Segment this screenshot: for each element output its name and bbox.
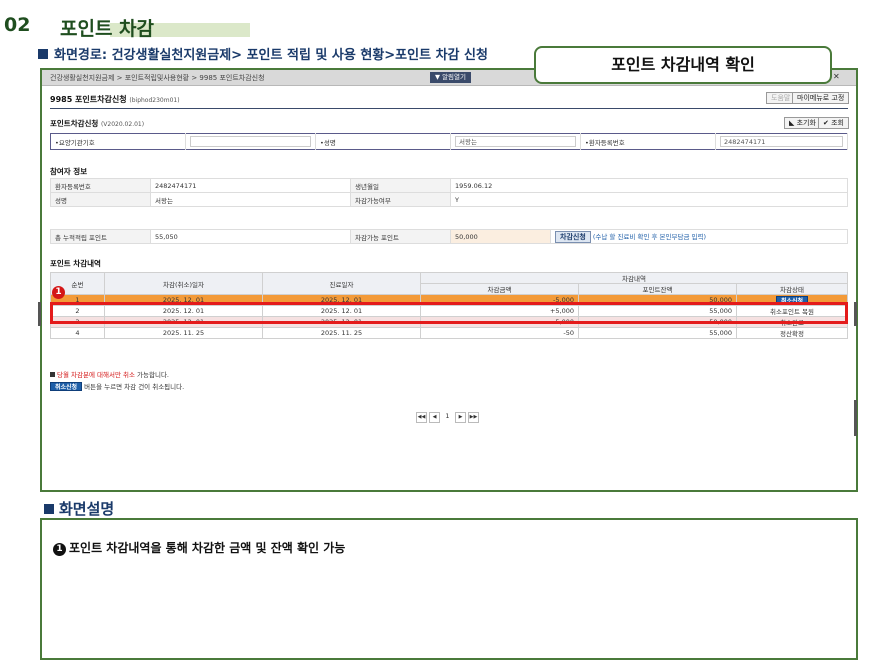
cancel-note-text: 가능합니다. [134, 371, 170, 379]
last-page-icon[interactable]: ▶▶ [468, 412, 479, 423]
participant-label: 생년월일 [350, 178, 451, 193]
bullet-square-icon [38, 49, 48, 59]
participant-value: Y [450, 192, 848, 207]
participant-label: 차감가능여부 [350, 192, 451, 207]
deduct-note: (수납 할 진료비 확인 후 본인부담금 입력) [592, 232, 706, 241]
search-section-title: 포인트차감신청 (V2020.02.01) [50, 118, 144, 129]
prev-page-icon[interactable]: ◀ [429, 412, 440, 423]
cancel-note-highlight: 당월 차감분에 대해서만 취소 [57, 371, 135, 379]
current-page[interactable]: 1 [442, 411, 453, 422]
total-points-label: 총 누적적립 포인트 [50, 229, 151, 244]
scroll-handle-right[interactable] [854, 302, 857, 326]
institution-input[interactable] [190, 136, 311, 147]
notice-open-button[interactable]: ▼ 알림열기 [430, 72, 471, 83]
header-status: 차감상태 [736, 283, 848, 295]
description-item-number: 1 [53, 543, 66, 556]
marker-badge: 1 [52, 286, 65, 299]
cell-amount: -50 [420, 327, 579, 339]
query-button[interactable]: ✔ 조회 [818, 117, 849, 129]
screen-frame: 건강생활실천지원금제 > 포인트적립및사용현황 > 9985 포인트차감신청 ▼… [40, 68, 858, 492]
participant-row: 성명 서왕는 차감가능여부 Y [50, 192, 848, 207]
deduct-request-button[interactable]: 차감신청 [555, 230, 591, 243]
reset-button[interactable]: ◣ 초기화 [784, 117, 821, 129]
search-form: •요양기관기호 •성명 서왕는 •환자등록번호 2482474171 [50, 133, 848, 150]
patient-no-input[interactable]: 2482474171 [720, 136, 843, 147]
scroll-handle-left[interactable] [38, 302, 41, 326]
available-points-value: 50,000 [450, 229, 551, 244]
description-heading-text: 화면설명 [59, 500, 115, 518]
next-page-icon[interactable]: ▶ [455, 412, 466, 423]
participant-table: 환자등록번호 2482474171 생년월일 1959.06.12 성명 서왕는… [50, 178, 848, 207]
cell-date: 2025. 11. 25 [104, 327, 263, 339]
description-item: 1 포인트 차감내역을 통해 차감한 금액 및 잔액 확인 가능 [53, 539, 345, 556]
screen-code: (biphod230m01) [129, 97, 180, 104]
section-title: 포인트 차감 [60, 18, 155, 40]
table-row[interactable]: 4 2025. 11. 25 2025. 11. 25 -50 55,000 정… [50, 327, 848, 339]
participant-value: 2482474171 [150, 178, 351, 193]
available-points-label: 차감가능 포인트 [350, 229, 451, 244]
highlight-box [50, 302, 848, 324]
cancel-note: 당월 차감분에 대해서만 취소 가능합니다. [50, 369, 169, 379]
participant-section-title: 참여자 정보 [50, 167, 88, 176]
cancel-help-text: 버튼을 누르면 차감 건이 취소됩니다. [82, 383, 185, 391]
name-input[interactable]: 서왕는 [455, 136, 576, 147]
first-page-icon[interactable]: ◀◀ [416, 412, 427, 423]
participant-value: 서왕는 [150, 192, 351, 207]
bullet-square-icon [44, 504, 54, 514]
total-points-value: 55,050 [150, 229, 351, 244]
participant-row: 환자등록번호 2482474171 생년월일 1959.06.12 [50, 178, 848, 193]
notice-open-label: 알림열기 [442, 73, 466, 81]
institution-cell [185, 133, 316, 150]
screen-title-text: 9985 포인트차감신청 [50, 95, 127, 104]
description-item-text: 포인트 차감내역을 통해 차감한 금액 및 잔액 확인 가능 [69, 541, 346, 555]
history-section-title: 포인트 차감내역 [50, 259, 101, 268]
screen-path-text: 화면경로: 건강생활실천지원금제> 포인트 적립 및 사용 현황>포인트 차감 … [54, 48, 488, 63]
cell-visit: 2025. 11. 25 [262, 327, 421, 339]
name-label: •성명 [315, 133, 451, 150]
callout-label: 포인트 차감내역 확인 [534, 46, 832, 84]
cell-seq: 4 [50, 327, 105, 339]
participant-value: 1959.06.12 [450, 178, 848, 193]
header-visit: 진료일자 [262, 272, 421, 295]
cancel-request-sample-button: 취소신청 [50, 382, 83, 391]
screen-title: 9985 포인트차감신청 (biphod230m01) [50, 94, 180, 105]
header-balance: 포인트잔액 [578, 283, 737, 295]
name-cell: 서왕는 [450, 133, 581, 150]
cell-status: 정산확정 [736, 327, 848, 339]
help-button[interactable]: 도움말 [766, 92, 796, 104]
header-date: 차감(취소)일자 [104, 272, 263, 295]
participant-label: 환자등록번호 [50, 178, 151, 193]
pagination: ◀◀ ◀ 1 ▶ ▶▶ [416, 403, 481, 423]
breadcrumb: 건강생활실천지원금제 > 포인트적립및사용현황 > 9985 포인트차감신청 [50, 74, 265, 82]
points-table: 총 누적적립 포인트 55,050 차감가능 포인트 50,000 차감신청 (… [50, 229, 848, 244]
description-heading: 화면설명 [44, 498, 114, 519]
divider [50, 108, 848, 109]
window-close-icon[interactable]: ✕ [833, 72, 840, 81]
screen-path: 화면경로: 건강생활실천지원금제> 포인트 적립 및 사용 현황>포인트 차감 … [38, 44, 488, 63]
section-number: 02 [4, 14, 31, 36]
bullet-square-icon [50, 372, 55, 377]
search-title-text: 포인트차감신청 [50, 119, 99, 128]
cell-balance: 55,000 [578, 327, 737, 339]
institution-label: •요양기관기호 [50, 133, 186, 150]
patient-no-cell: 2482474171 [715, 133, 848, 150]
header-group: 차감내역 [420, 272, 848, 284]
query-label: 조회 [831, 119, 844, 127]
header-amount: 차감금액 [420, 283, 579, 295]
description-box: 1 포인트 차감내역을 통해 차감한 금액 및 잔액 확인 가능 [40, 518, 858, 660]
cancel-help: 취소신청 버튼을 누르면 차감 건이 취소됩니다. [50, 381, 184, 391]
patient-no-label: •환자등록번호 [580, 133, 716, 150]
mymenu-button[interactable]: 마이메뉴로 고정 [792, 92, 850, 104]
scrollbar-right[interactable] [854, 400, 857, 436]
reset-label: 초기화 [796, 119, 816, 127]
deduct-cell: 차감신청 (수납 할 진료비 확인 후 본인부담금 입력) [550, 229, 848, 244]
participant-label: 성명 [50, 192, 151, 207]
search-title-code: (V2020.02.01) [100, 121, 145, 128]
